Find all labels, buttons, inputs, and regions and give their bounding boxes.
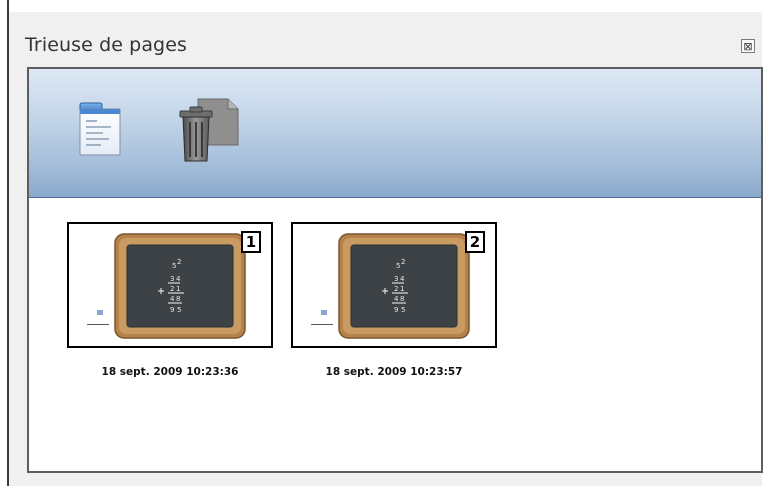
toolbar xyxy=(29,69,761,198)
close-icon: ⊠ xyxy=(743,39,753,53)
page-number-badge: 2 xyxy=(465,231,485,253)
svg-text:2: 2 xyxy=(401,258,405,266)
svg-text:8: 8 xyxy=(400,295,404,303)
thumbnail-line xyxy=(311,324,333,325)
svg-text:4: 4 xyxy=(176,275,181,283)
svg-text:9: 9 xyxy=(170,306,174,314)
chalkboard-image: 52 34 21 48 95 xyxy=(338,233,470,339)
page-timestamp: 18 sept. 2009 10:23:57 xyxy=(325,366,463,378)
svg-text:5: 5 xyxy=(177,306,181,314)
svg-text:2: 2 xyxy=(170,285,174,293)
svg-text:5: 5 xyxy=(396,262,400,270)
svg-text:9: 9 xyxy=(394,306,398,314)
svg-text:4: 4 xyxy=(394,295,399,303)
page-sorter-panel: Trieuse de pages ⊠ 5 2 3 4 2 1 4 8 9 5 1… xyxy=(9,12,763,486)
page-thumbnails-area: 52 34 21 48 95 1 18 sept. 2009 10:23:36 xyxy=(29,198,761,471)
svg-text:5: 5 xyxy=(401,306,405,314)
new-page-icon xyxy=(79,102,121,156)
thumbnail-line xyxy=(87,324,109,325)
thumbnail-marker xyxy=(321,310,327,315)
thumbnail-marker xyxy=(97,310,103,315)
page-thumbnail-1[interactable]: 52 34 21 48 95 1 xyxy=(67,222,273,348)
svg-text:1: 1 xyxy=(176,285,180,293)
chalkboard-image: 52 34 21 48 95 xyxy=(114,233,246,339)
svg-text:1: 1 xyxy=(400,285,404,293)
panel-content: 52 34 21 48 95 1 18 sept. 2009 10:23:36 xyxy=(27,67,763,473)
close-button[interactable]: ⊠ xyxy=(741,39,755,53)
svg-text:2: 2 xyxy=(177,258,181,266)
page-thumbnail-2[interactable]: 52 34 21 48 95 2 xyxy=(291,222,497,348)
svg-text:5: 5 xyxy=(172,262,176,270)
panel-title: Trieuse de pages xyxy=(25,34,188,56)
svg-text:8: 8 xyxy=(176,295,180,303)
new-page-button[interactable] xyxy=(79,99,121,157)
page-number-badge: 1 xyxy=(241,231,261,253)
svg-text:2: 2 xyxy=(394,285,398,293)
panel-titlebar: Trieuse de pages ⊠ xyxy=(9,12,762,66)
svg-text:4: 4 xyxy=(400,275,405,283)
trash-icon xyxy=(179,98,239,162)
page-timestamp: 18 sept. 2009 10:23:36 xyxy=(101,366,239,378)
delete-page-button[interactable] xyxy=(174,95,242,165)
svg-text:3: 3 xyxy=(170,275,174,283)
svg-text:4: 4 xyxy=(170,295,175,303)
svg-text:3: 3 xyxy=(394,275,398,283)
